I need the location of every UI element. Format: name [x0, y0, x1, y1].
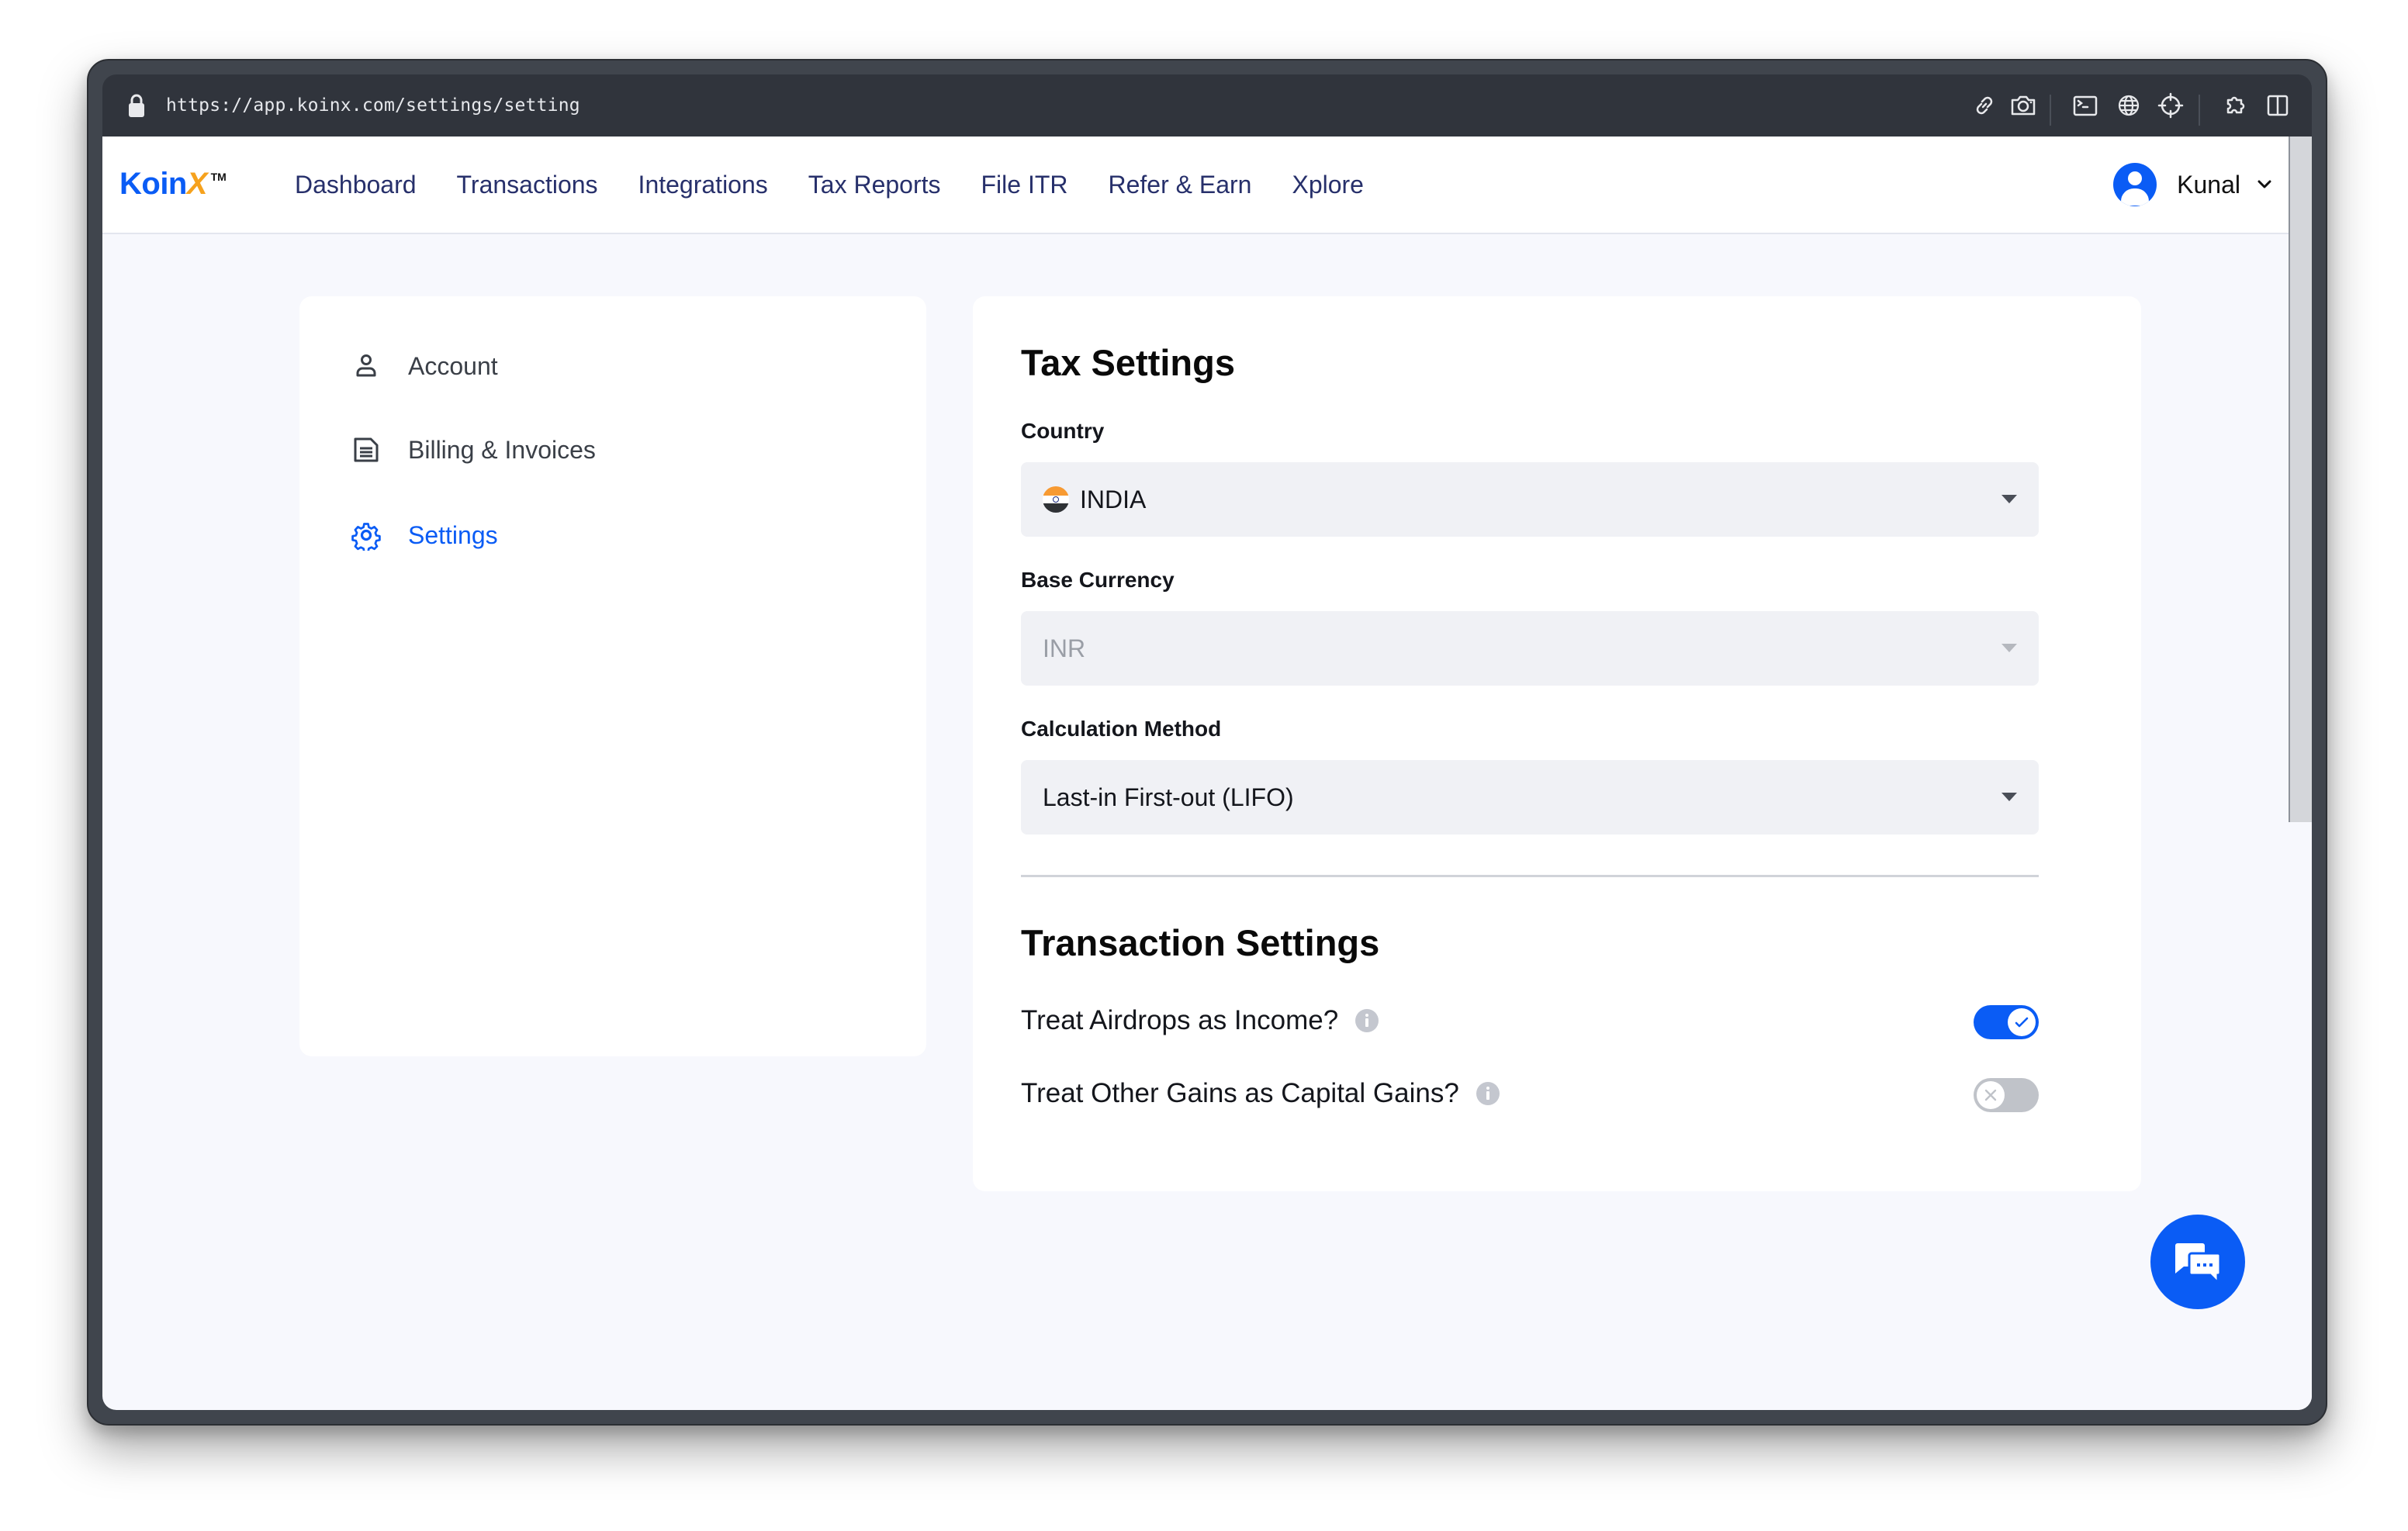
logo-text: Koin — [119, 167, 187, 201]
country-value: INDIA — [1080, 485, 1147, 513]
settings-panel: Tax Settings Country INDIA Base Currency… — [973, 296, 2141, 1191]
scrollbar-track[interactable] — [2289, 137, 2312, 1410]
country-select[interactable]: INDIA — [1021, 462, 2039, 537]
nav-dashboard[interactable]: Dashboard — [295, 171, 417, 199]
x-icon — [1984, 1089, 1997, 1101]
sidebar-item-label: Billing & Invoices — [408, 435, 596, 464]
sidebar-item-label: Settings — [408, 520, 498, 549]
sidebar-item-account[interactable]: Account — [351, 343, 498, 389]
browser-toolbar: https://app.koinx.com/settings/setting — [102, 74, 2312, 137]
chevron-down-icon — [2258, 180, 2271, 188]
globe-icon[interactable] — [2113, 90, 2144, 121]
user-icon — [356, 354, 376, 377]
split-view-icon[interactable] — [2262, 90, 2293, 121]
info-icon[interactable] — [1476, 1082, 1500, 1105]
koinx-logo[interactable]: Koin X TM — [119, 164, 227, 203]
logo-trademark: TM — [210, 171, 227, 183]
airdrops-income-label: Treat Airdrops as Income? — [1021, 1005, 1339, 1035]
sidebar-item-settings[interactable]: Settings — [351, 512, 498, 558]
calculation-method-label: Calculation Method — [1021, 717, 1222, 741]
section-divider — [1021, 875, 2039, 877]
user-menu[interactable]: Kunal — [2113, 161, 2273, 208]
terminal-icon[interactable] — [2070, 90, 2101, 121]
caret-down-icon — [2001, 793, 2017, 801]
main-nav: Dashboard Transactions Integrations Tax … — [295, 137, 1404, 233]
url-bar[interactable]: https://app.koinx.com/settings/setting — [166, 92, 580, 119]
nav-file-itr[interactable]: File ITR — [981, 171, 1068, 199]
toolbar-separator — [2199, 95, 2200, 126]
chat-icon — [2175, 1243, 2222, 1284]
transaction-settings-title: Transaction Settings — [1021, 922, 1380, 963]
sidebar-item-label: Account — [408, 351, 498, 380]
nav-refer-earn[interactable]: Refer & Earn — [1109, 171, 1252, 199]
other-gains-label: Treat Other Gains as Capital Gains? — [1021, 1078, 1459, 1108]
document-icon — [354, 437, 379, 462]
base-currency-select: INR — [1021, 611, 2039, 686]
info-icon[interactable] — [1355, 1009, 1379, 1032]
calculation-method-value: Last-in First-out (LIFO) — [1043, 783, 1294, 811]
base-currency-value: INR — [1043, 634, 1086, 662]
user-name: Kunal — [2177, 170, 2240, 199]
sidebar-item-billing[interactable]: Billing & Invoices — [351, 427, 596, 473]
other-gains-toggle[interactable] — [1974, 1078, 2039, 1112]
toolbar-separator — [2050, 95, 2051, 126]
settings-sidebar: Account Billing & Invoices Settings — [299, 296, 926, 1056]
page-viewport: Koin X TM Dashboard Transactions Integra… — [102, 137, 2312, 1410]
check-icon — [2015, 1017, 2029, 1028]
base-currency-label: Base Currency — [1021, 568, 1175, 592]
airdrops-income-row: Treat Airdrops as Income? — [1021, 997, 2039, 1044]
nav-integrations[interactable]: Integrations — [638, 171, 768, 199]
avatar-icon — [2113, 163, 2157, 206]
logo-accent: X — [186, 167, 208, 201]
gear-icon — [351, 523, 381, 551]
app-header: Koin X TM Dashboard Transactions Integra… — [102, 137, 2289, 234]
calculation-method-select[interactable]: Last-in First-out (LIFO) — [1021, 760, 2039, 835]
airdrops-income-toggle[interactable] — [1974, 1005, 2039, 1039]
nav-xplore[interactable]: Xplore — [1292, 171, 1364, 199]
caret-down-icon — [2001, 495, 2017, 503]
other-gains-row: Treat Other Gains as Capital Gains? — [1021, 1070, 2039, 1117]
caret-down-icon — [2001, 644, 2017, 652]
nav-tax-reports[interactable]: Tax Reports — [808, 171, 941, 199]
tax-settings-title: Tax Settings — [1021, 342, 1235, 383]
chat-button[interactable] — [2150, 1215, 2245, 1309]
country-label: Country — [1021, 419, 1105, 443]
camera-icon[interactable] — [2008, 90, 2039, 121]
nav-transactions[interactable]: Transactions — [457, 171, 598, 199]
crosshair-icon[interactable] — [2155, 90, 2186, 121]
extension-icon[interactable] — [2220, 90, 2251, 121]
lock-icon — [129, 94, 144, 117]
link-icon[interactable] — [1969, 90, 2000, 121]
india-flag-icon — [1043, 486, 1069, 513]
scrollbar-thumb[interactable] — [2289, 137, 2312, 822]
